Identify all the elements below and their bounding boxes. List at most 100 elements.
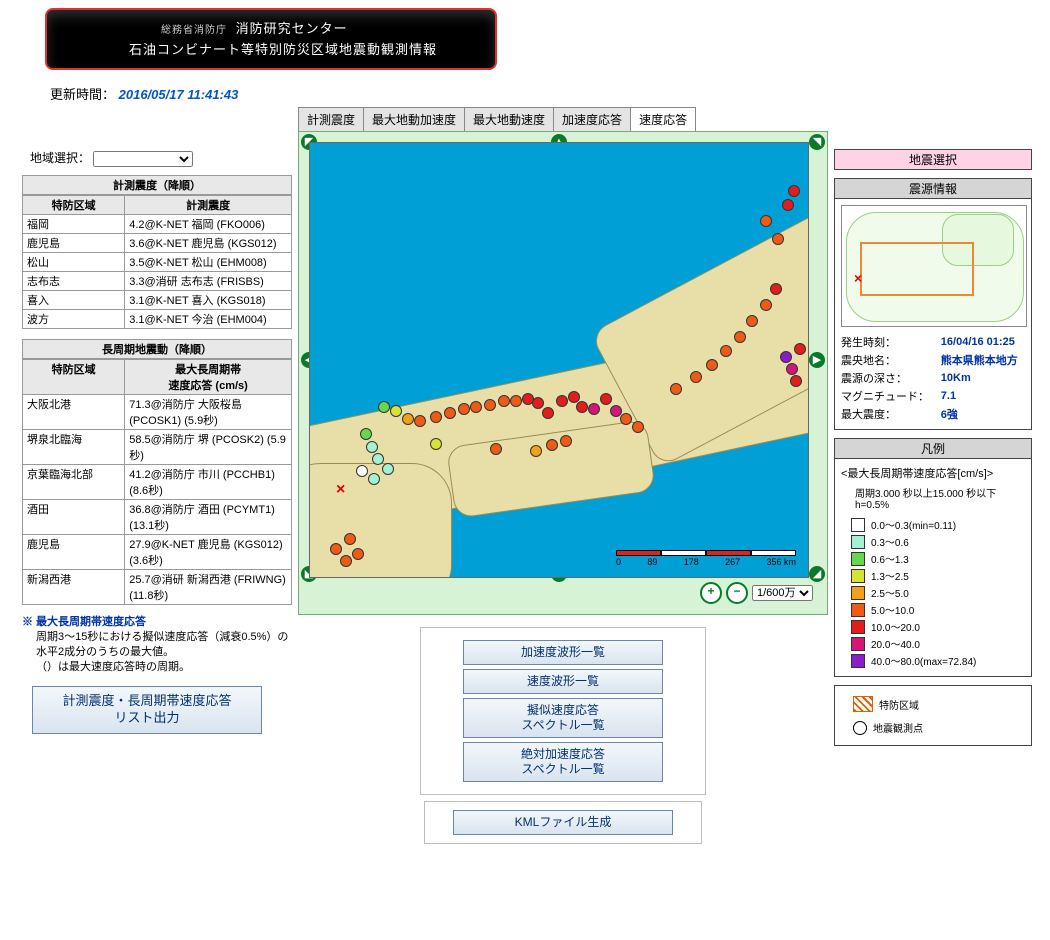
station-marker[interactable]	[556, 395, 568, 407]
tab-2[interactable]: 最大地動速度	[464, 107, 554, 131]
station-marker[interactable]	[402, 413, 414, 425]
table-row[interactable]: 大阪北港71.3@消防庁 大阪桜島 (PCOSK1) (5.9秒)	[23, 395, 292, 430]
region-select[interactable]	[93, 151, 193, 167]
station-marker[interactable]	[344, 533, 356, 545]
table-row[interactable]: 鹿児島3.6@K-NET 鹿児島 (KGS012)	[23, 234, 292, 253]
station-marker[interactable]	[560, 435, 572, 447]
station-marker[interactable]	[782, 199, 794, 211]
table-row[interactable]: 志布志3.3@消研 志布志 (FRISBS)	[23, 272, 292, 291]
scale-bar: 0 89 178 267 356 km	[616, 550, 796, 567]
station-marker[interactable]	[490, 443, 502, 455]
station-marker[interactable]	[588, 403, 600, 415]
station-marker[interactable]	[366, 441, 378, 453]
note-body1: 周期3〜15秒における擬似速度応答（減衰0.5%）の水平2成分のうちの最大値。	[22, 630, 292, 660]
legend-item: 2.5〜5.0	[851, 585, 1025, 600]
station-marker[interactable]	[576, 401, 588, 413]
note-head: ※ 最大長周期帯速度応答	[22, 616, 146, 628]
station-marker[interactable]	[620, 413, 632, 425]
region-select-label: 地域選択：	[30, 151, 90, 165]
output-button-3[interactable]: 絶対加速度応答 スペクトル一覧	[463, 742, 663, 782]
station-marker[interactable]	[330, 543, 342, 555]
station-marker[interactable]	[746, 315, 758, 327]
station-marker[interactable]	[430, 411, 442, 423]
station-marker[interactable]	[444, 407, 456, 419]
pan-ne-button[interactable]: ◥	[809, 134, 825, 150]
tab-0[interactable]: 計測震度	[298, 107, 364, 131]
table-row[interactable]: 新潟西港25.7@消研 新潟西港 (FRIWNG) (11.8秒)	[23, 570, 292, 605]
station-marker[interactable]	[372, 453, 384, 465]
station-marker[interactable]	[414, 415, 426, 427]
station-marker[interactable]	[790, 375, 802, 387]
station-marker[interactable]	[542, 407, 554, 419]
list-output-button[interactable]: 計測震度・長周期帯速度応答 リスト出力	[32, 686, 262, 734]
output-button-1[interactable]: 速度波形一覧	[463, 669, 663, 694]
station-marker[interactable]	[532, 397, 544, 409]
station-marker[interactable]	[770, 283, 782, 295]
legend-item: 0.3〜0.6	[851, 534, 1025, 549]
station-marker[interactable]	[546, 439, 558, 451]
station-marker[interactable]	[788, 185, 800, 197]
legend-title: <最大長周期帯速度応答[cm/s]>	[841, 465, 1025, 481]
output-button-0[interactable]: 加速度波形一覧	[463, 640, 663, 665]
station-marker[interactable]	[430, 438, 442, 450]
station-marker[interactable]	[352, 548, 364, 560]
mini-epicenter-icon: ×	[854, 270, 862, 286]
station-marker[interactable]	[368, 473, 380, 485]
table-row[interactable]: 福岡4.2@K-NET 福岡 (FKO006)	[23, 215, 292, 234]
intensity-table: 計測震度（降順） 特防区域 計測震度 福岡4.2@K-NET 福岡 (FKO00…	[22, 175, 292, 329]
station-marker[interactable]	[690, 371, 702, 383]
station-marker[interactable]	[382, 463, 394, 475]
output-button-2[interactable]: 擬似速度応答 スペクトル一覧	[463, 698, 663, 738]
zoom-in-button[interactable]: +	[700, 582, 722, 604]
zoom-scale-select[interactable]: 1/600万	[752, 585, 813, 601]
station-marker[interactable]	[794, 343, 806, 355]
table-row[interactable]: 京葉臨海北部41.2@消防庁 市川 (PCCHB1) (8.6秒)	[23, 465, 292, 500]
station-marker[interactable]	[360, 428, 372, 440]
station-marker[interactable]	[530, 445, 542, 457]
lpgm-col1: 特防区域	[23, 360, 125, 395]
station-marker[interactable]	[340, 555, 352, 567]
tab-3[interactable]: 加速度応答	[553, 107, 631, 131]
station-marker[interactable]	[706, 359, 718, 371]
station-marker[interactable]	[600, 393, 612, 405]
table-row[interactable]: 波方3.1@K-NET 今治 (EHM004)	[23, 310, 292, 329]
station-marker[interactable]	[780, 351, 792, 363]
table-row[interactable]: 酒田36.8@消防庁 酒田 (PCYMT1) (13.1秒)	[23, 500, 292, 535]
station-marker[interactable]	[760, 299, 772, 311]
station-marker[interactable]	[356, 465, 368, 477]
marker-legend: 特防区域 地震観測点	[834, 685, 1032, 746]
intensity-caption: 計測震度（降順）	[22, 175, 292, 195]
intensity-col2: 計測震度	[125, 196, 292, 215]
pan-e-button[interactable]: ▶	[809, 352, 825, 368]
station-marker[interactable]	[470, 401, 482, 413]
station-marker[interactable]	[378, 401, 390, 413]
station-marker[interactable]	[498, 395, 510, 407]
main-map[interactable]: × 0 89 178 267 356 km	[309, 142, 809, 578]
station-marker[interactable]	[390, 405, 402, 417]
zoom-out-button[interactable]: −	[726, 582, 748, 604]
station-marker[interactable]	[734, 331, 746, 343]
table-row[interactable]: 堺泉北臨海58.5@消防庁 堺 (PCOSK2) (5.9秒)	[23, 430, 292, 465]
pan-se-button[interactable]: ◢	[809, 566, 825, 582]
station-marker[interactable]	[458, 403, 470, 415]
table-row[interactable]: 喜入3.1@K-NET 喜入 (KGS018)	[23, 291, 292, 310]
output-button-stack: 加速度波形一覧速度波形一覧擬似速度応答 スペクトル一覧絶対加速度応答 スペクトル…	[420, 627, 706, 795]
station-marker[interactable]	[760, 215, 772, 227]
station-marker[interactable]	[510, 395, 522, 407]
tab-4[interactable]: 速度応答	[630, 107, 696, 131]
station-marker[interactable]	[670, 383, 682, 395]
overview-map[interactable]: ×	[841, 205, 1027, 327]
station-marker[interactable]	[484, 399, 496, 411]
tab-1[interactable]: 最大地動加速度	[363, 107, 465, 131]
table-row[interactable]: 鹿児島27.9@K-NET 鹿児島 (KGS012) (3.6秒)	[23, 535, 292, 570]
station-marker[interactable]	[786, 363, 798, 375]
header-subtitle: 石油コンビナート等特別防災区域地震動観測情報	[61, 39, 481, 58]
kml-generate-button[interactable]: KMLファイル生成	[453, 810, 673, 835]
station-marker-icon	[853, 721, 867, 735]
table-row[interactable]: 松山3.5@K-NET 松山 (EHM008)	[23, 253, 292, 272]
station-marker[interactable]	[772, 233, 784, 245]
station-marker[interactable]	[632, 421, 644, 433]
earthquake-select-button[interactable]: 地震選択	[834, 149, 1032, 170]
station-marker[interactable]	[720, 345, 732, 357]
station-marker-label: 地震観測点	[873, 720, 923, 735]
